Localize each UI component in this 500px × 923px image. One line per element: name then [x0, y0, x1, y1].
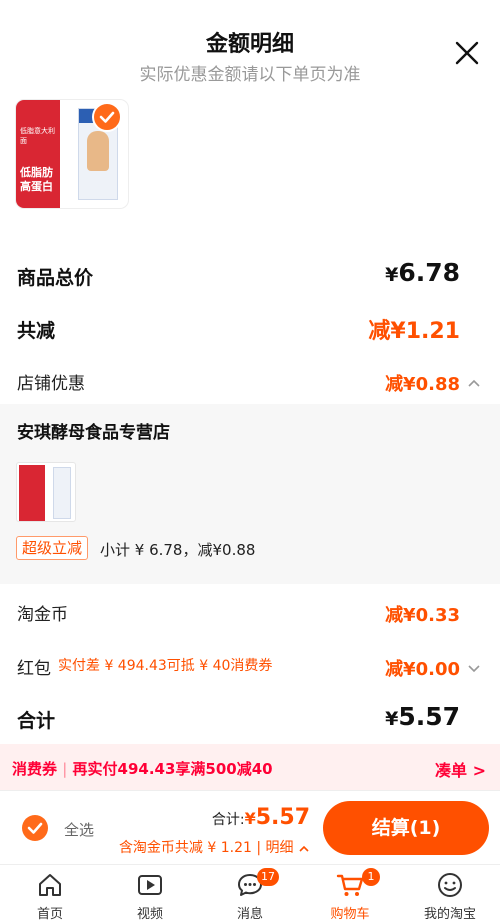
total-price-value: ¥6.78: [385, 258, 460, 287]
taojinbi-label: 淘金币: [17, 605, 68, 625]
discount-detail-toggle[interactable]: 含淘金币共减 ¥ 1.21 | 明细: [119, 837, 310, 857]
tab-cart-label: 购物车: [330, 907, 370, 922]
grand-total-yen: ¥: [385, 708, 399, 730]
close-button[interactable]: [452, 38, 482, 68]
product-image-big-text-line1: 低脂肪: [20, 166, 53, 179]
tab-home-label: 首页: [36, 907, 63, 922]
package-figure: [87, 131, 109, 171]
shop-discount-row[interactable]: 店铺优惠 减¥0.88: [0, 367, 500, 399]
chevron-down-icon: [468, 665, 480, 673]
total-price-row: 商品总价 ¥6.78: [0, 258, 500, 298]
chevron-up-icon: [299, 845, 309, 852]
product-image-big-text: 低脂肪 高蛋白: [20, 166, 53, 194]
product-image-big-text-line2: 高蛋白: [20, 180, 53, 193]
total-price-label: 商品总价: [17, 267, 94, 289]
selected-check-badge[interactable]: [92, 102, 122, 132]
super-discount-tag: 超级立减: [16, 536, 89, 560]
checkout-bar: 全选 合计:¥5.57 含淘金币共减 ¥ 1.21 | 明细 结算(1): [0, 790, 500, 864]
reduction-value: 减¥1.21: [368, 319, 460, 344]
red-packet-label: 红包: [17, 659, 51, 679]
grand-total-label: 合计: [17, 710, 56, 732]
shop-discount-value: 减¥0.88: [385, 374, 460, 395]
sheet-title: 金额明细: [205, 32, 294, 57]
discount-detail-text: 含淘金币共减 ¥ 1.21 | 明细: [118, 840, 294, 856]
taojinbi-value: 减¥0.33: [385, 605, 460, 626]
store-subtotal: 小计 ¥ 6.78，减¥0.88: [100, 541, 256, 559]
home-icon: [39, 874, 61, 896]
tab-home[interactable]: 首页: [0, 865, 100, 923]
profile-icon: [438, 873, 462, 897]
red-packet-value: 减¥0.00: [385, 659, 460, 680]
red-packet-hint: 实付差 ¥ 494.43可抵 ¥ 40消费券: [58, 658, 273, 674]
tab-cart[interactable]: 1 购物车: [300, 865, 400, 923]
sheet-subtitle: 实际优惠金额请以下单页为准: [139, 65, 361, 85]
coupon-tag: 消费券: [12, 760, 58, 778]
product-image-small-text: 低脂意大利面: [20, 127, 55, 145]
store-product-image-side: [19, 465, 45, 521]
tab-video[interactable]: 视频: [100, 865, 200, 923]
tab-messages-label: 消息: [236, 907, 263, 922]
red-packet-row[interactable]: 红包 实付差 ¥ 494.43可抵 ¥ 40消费券 减¥0.00: [0, 652, 500, 684]
chevron-up-icon: [468, 379, 480, 387]
cart-icon: [336, 874, 364, 896]
taojinbi-row: 淘金币 减¥0.33: [0, 598, 500, 630]
coupon-promo-text: 消费券 | 再实付494.43享满500减40: [12, 758, 273, 779]
store-name: 安琪酵母食品专营店: [17, 423, 170, 443]
store-product-package: [53, 467, 71, 519]
store-product-thumbnail[interactable]: [16, 462, 76, 522]
check-icon: [27, 822, 43, 834]
coupon-promo-banner[interactable]: 消费券 | 再实付494.43享满500减40 凑单 >: [0, 744, 500, 790]
grand-total-row: 合计 ¥5.57: [0, 702, 500, 740]
tab-video-label: 视频: [136, 907, 163, 922]
grand-total-value: ¥5.57: [385, 702, 460, 731]
reduction-row: 共减 减¥1.21: [0, 313, 500, 349]
select-all-label[interactable]: 全选: [64, 819, 94, 840]
cart-badge: 1: [362, 868, 380, 886]
select-all-checkbox[interactable]: [22, 815, 48, 841]
store-discount-detail: 安琪酵母食品专营店 超级立减 小计 ¥ 6.78，减¥0.88: [0, 404, 500, 584]
product-image-side-panel: 低脂意大利面 低脂肪 高蛋白: [16, 100, 60, 208]
grand-total-number: 5.57: [398, 702, 460, 731]
bottom-tab-bar: 首页 视频 17 消息 1 购物车 我的淘宝: [0, 864, 500, 923]
add-items-link[interactable]: 凑单 >: [435, 757, 486, 781]
shop-discount-label: 店铺优惠: [17, 374, 85, 394]
messages-badge: 17: [257, 868, 279, 886]
close-icon: [455, 41, 479, 65]
total-price-number: 6.78: [398, 258, 460, 287]
checkout-button[interactable]: 结算(1): [323, 801, 489, 855]
amount-detail-sheet: 金额明细 实际优惠金额请以下单页为准 低脂意大利面 低脂肪 高蛋白 商品总价 ¥…: [0, 0, 500, 923]
checkout-total-label: 合计:: [211, 812, 245, 828]
checkout-total: 合计:¥5.57: [212, 805, 310, 830]
tab-messages[interactable]: 17 消息: [200, 865, 300, 923]
coupon-separator: |: [62, 760, 68, 778]
checkout-total-yen: ¥: [244, 809, 256, 828]
coupon-offer: 再实付494.43享满500减40: [72, 760, 273, 778]
total-price-yen: ¥: [385, 264, 399, 286]
reduction-label: 共减: [17, 320, 56, 342]
checkout-total-number: 5.57: [255, 805, 310, 830]
tab-my-taobao[interactable]: 我的淘宝: [400, 865, 500, 923]
tab-my-taobao-label: 我的淘宝: [423, 907, 476, 922]
check-icon: [99, 111, 115, 123]
video-icon: [138, 875, 162, 895]
